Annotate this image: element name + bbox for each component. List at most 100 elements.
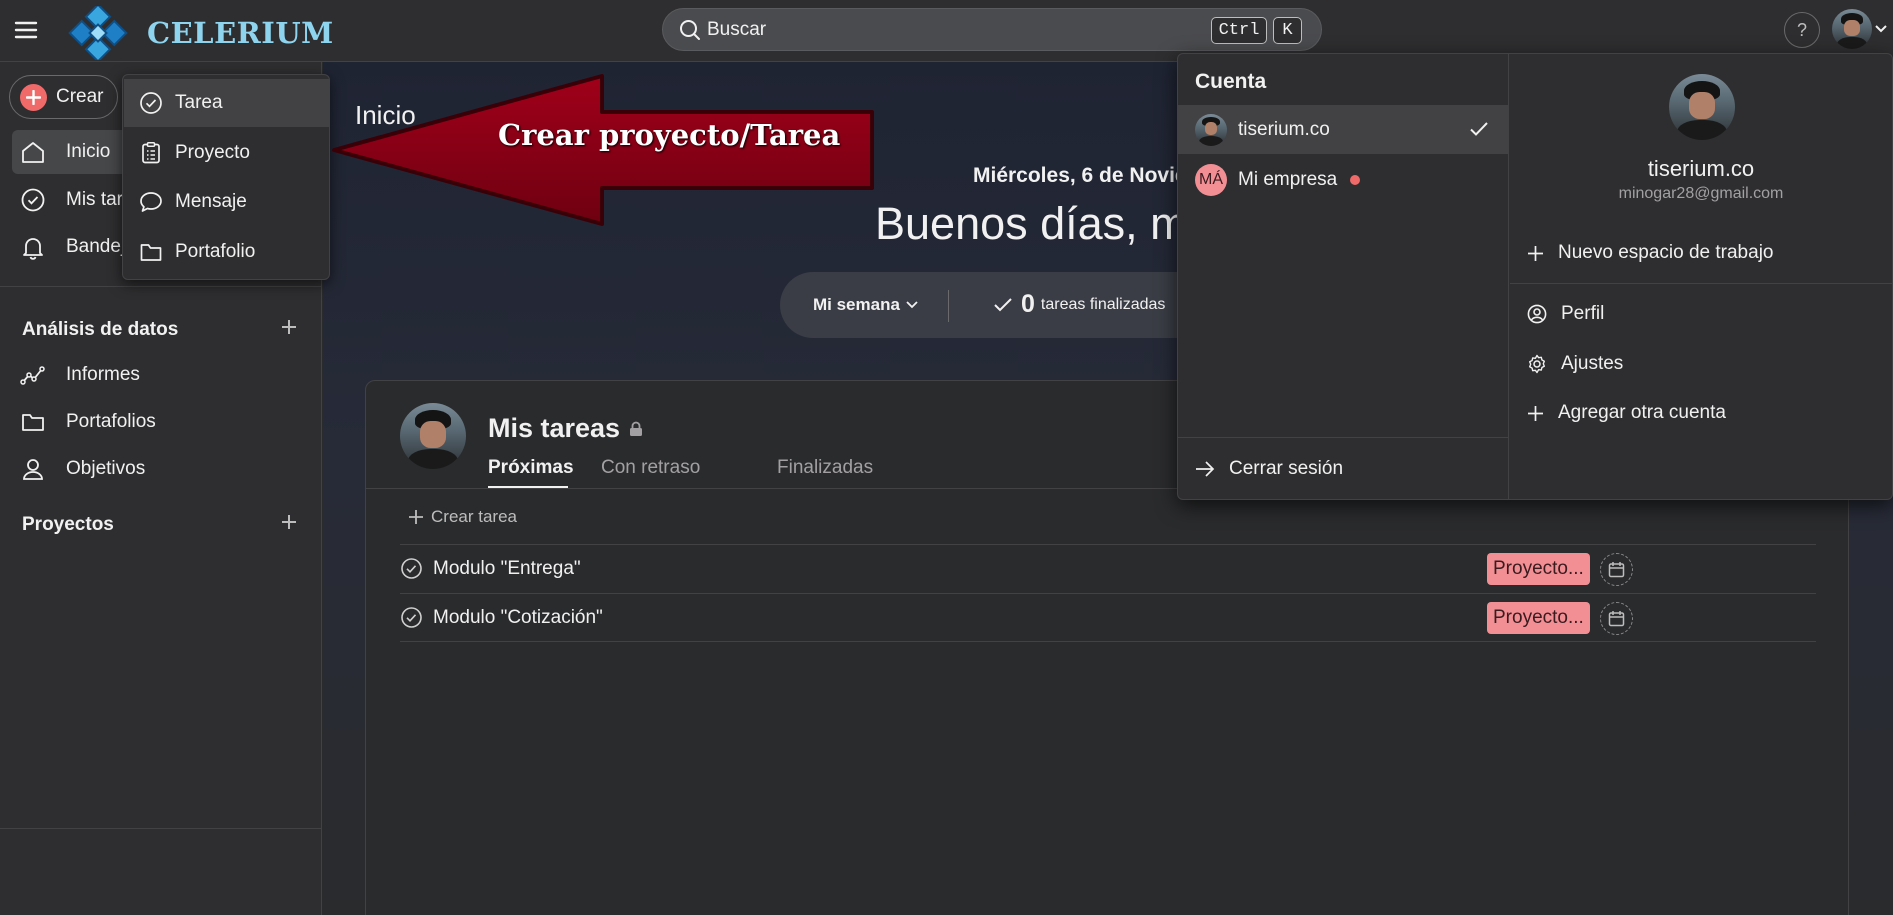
create-button-label: Crear: [56, 86, 104, 107]
sidebar-item-label: Objetivos: [66, 458, 146, 479]
add-analytics-plus-icon[interactable]: [281, 319, 297, 335]
plus-icon: [20, 83, 47, 111]
gear-icon: [1529, 354, 1545, 374]
account-profile-panel: tiserium.co minogar28@gmail.com Nuevo es…: [1510, 54, 1892, 499]
menu-item-message[interactable]: Mensaje: [124, 178, 329, 226]
settings-button[interactable]: Ajustes: [1527, 353, 1623, 375]
sidebar-item-label: Portafolios: [66, 411, 156, 432]
task-complete-checkbox-icon[interactable]: [400, 557, 423, 580]
project-tag[interactable]: Proyecto...: [1487, 602, 1590, 634]
hamburger-menu-icon[interactable]: [12, 16, 40, 44]
project-tag[interactable]: Proyecto...: [1487, 553, 1590, 585]
account-item-tiserium[interactable]: tiserium.co: [1178, 105, 1508, 154]
search-input[interactable]: [707, 9, 1147, 50]
menu-item-task[interactable]: Tarea: [124, 79, 329, 127]
task-complete-checkbox-icon[interactable]: [400, 606, 423, 629]
brand-name: CELERIUM: [147, 16, 334, 50]
week-range-label: Mi semana: [813, 295, 900, 314]
sidebar-item-portfolios[interactable]: Portafolios: [12, 402, 312, 442]
settings-label: Ajustes: [1561, 353, 1624, 374]
create-button[interactable]: Crear: [9, 75, 118, 119]
sidebar-item-label: Inicio: [66, 141, 111, 162]
account-name: tiserium.co: [1238, 118, 1330, 140]
folder-icon: [20, 409, 50, 435]
due-date-calendar-icon[interactable]: [1600, 553, 1633, 586]
bell-icon: [20, 234, 50, 260]
divider: [1510, 283, 1892, 284]
plus-icon: [1528, 245, 1543, 261]
account-heading: Cuenta: [1195, 70, 1267, 93]
folder-icon: [139, 240, 165, 264]
notification-dot: [1350, 174, 1361, 185]
arrow-right-icon: [1196, 461, 1215, 477]
completed-label: tareas finalizadas: [1040, 295, 1166, 313]
shortcut-ctrl-key: Ctrl: [1211, 17, 1267, 44]
task-row[interactable]: Modulo "Cotización" Proyecto...: [400, 593, 1816, 642]
menu-item-label: Tarea: [175, 92, 223, 113]
annotation-label: Crear proyecto/Tarea: [498, 118, 841, 152]
menu-item-project[interactable]: Proyecto: [124, 129, 329, 177]
person-icon: [20, 456, 50, 482]
sidebar-item-goals[interactable]: Objetivos: [12, 449, 312, 489]
add-account-button[interactable]: Agregar otra cuenta: [1527, 402, 1726, 424]
lock-icon: [630, 421, 643, 436]
help-button[interactable]: ?: [1784, 12, 1820, 48]
tab-upcoming[interactable]: Próximas: [488, 457, 574, 479]
check-circle-icon: [139, 91, 165, 115]
week-range-select[interactable]: Mi semana: [813, 295, 918, 315]
checkmark-icon: [1468, 118, 1490, 140]
shortcut-k-key: K: [1273, 17, 1302, 44]
search-bar[interactable]: Ctrl K: [662, 8, 1322, 51]
plus-icon: [409, 510, 423, 524]
card-title-text: Mis tareas: [488, 413, 621, 443]
divider: [1178, 437, 1508, 438]
create-task-label: Crear tarea: [431, 507, 517, 526]
logout-label: Cerrar sesión: [1229, 458, 1344, 479]
task-name[interactable]: Modulo "Cotización": [433, 607, 603, 629]
completed-tasks-stat: 0 tareas finalizadas: [993, 290, 1165, 319]
account-list-panel: Cuenta tiserium.co MÁ Mi empresa Cerrar …: [1178, 54, 1509, 499]
sidebar-divider: [0, 286, 322, 287]
menu-item-portfolio[interactable]: Portafolio: [124, 228, 329, 276]
home-icon: [20, 139, 50, 165]
logout-button[interactable]: Cerrar sesión: [1195, 458, 1343, 480]
account-item-mi-empresa[interactable]: MÁ Mi empresa: [1178, 155, 1508, 204]
due-date-calendar-icon[interactable]: [1600, 602, 1633, 635]
menu-item-label: Mensaje: [175, 191, 247, 212]
new-workspace-label: Nuevo espacio de trabajo: [1558, 242, 1774, 263]
account-dropdown-menu: Cuenta tiserium.co MÁ Mi empresa Cerrar …: [1177, 53, 1893, 500]
create-task-button[interactable]: Crear tarea: [408, 507, 517, 527]
clipboard-icon: [139, 141, 165, 165]
task-row[interactable]: Modulo "Entrega" Proyecto...: [400, 544, 1816, 593]
sidebar-item-home[interactable]: Inicio: [12, 130, 130, 174]
chat-bubble-icon: [139, 190, 165, 214]
sidebar-divider: [0, 828, 322, 829]
chevron-down-icon[interactable]: [1874, 24, 1888, 34]
plus-icon: [1528, 405, 1543, 421]
tab-overdue[interactable]: Con retraso: [601, 457, 700, 479]
user-avatar: [400, 403, 466, 469]
menu-item-label: Portafolio: [175, 241, 256, 262]
account-initials-avatar: MÁ: [1195, 163, 1227, 196]
user-avatar[interactable]: [1832, 9, 1872, 49]
checkmark-icon: [994, 297, 1012, 311]
chart-line-icon: [20, 362, 50, 388]
sidebar-item-reports[interactable]: Informes: [12, 355, 312, 395]
divider: [948, 290, 949, 322]
user-circle-icon: [1527, 304, 1547, 324]
celerium-logo: [68, 6, 128, 60]
task-name[interactable]: Modulo "Entrega": [433, 558, 581, 580]
new-workspace-button[interactable]: Nuevo espacio de trabajo: [1527, 242, 1773, 264]
profile-name: tiserium.co: [1647, 156, 1755, 181]
sidebar-item-label: Informes: [66, 364, 140, 385]
search-icon: [679, 19, 701, 41]
account-avatar: [1195, 113, 1227, 146]
profile-button[interactable]: Perfil: [1527, 303, 1604, 325]
add-project-plus-icon[interactable]: [281, 514, 297, 530]
card-title[interactable]: Mis tareas: [488, 413, 643, 444]
profile-email: minogar28@gmail.com: [1618, 185, 1784, 202]
menu-item-label: Proyecto: [175, 142, 250, 163]
completed-count: 0: [1021, 290, 1035, 318]
chevron-down-icon: [906, 301, 918, 309]
tab-completed[interactable]: Finalizadas: [777, 457, 873, 479]
